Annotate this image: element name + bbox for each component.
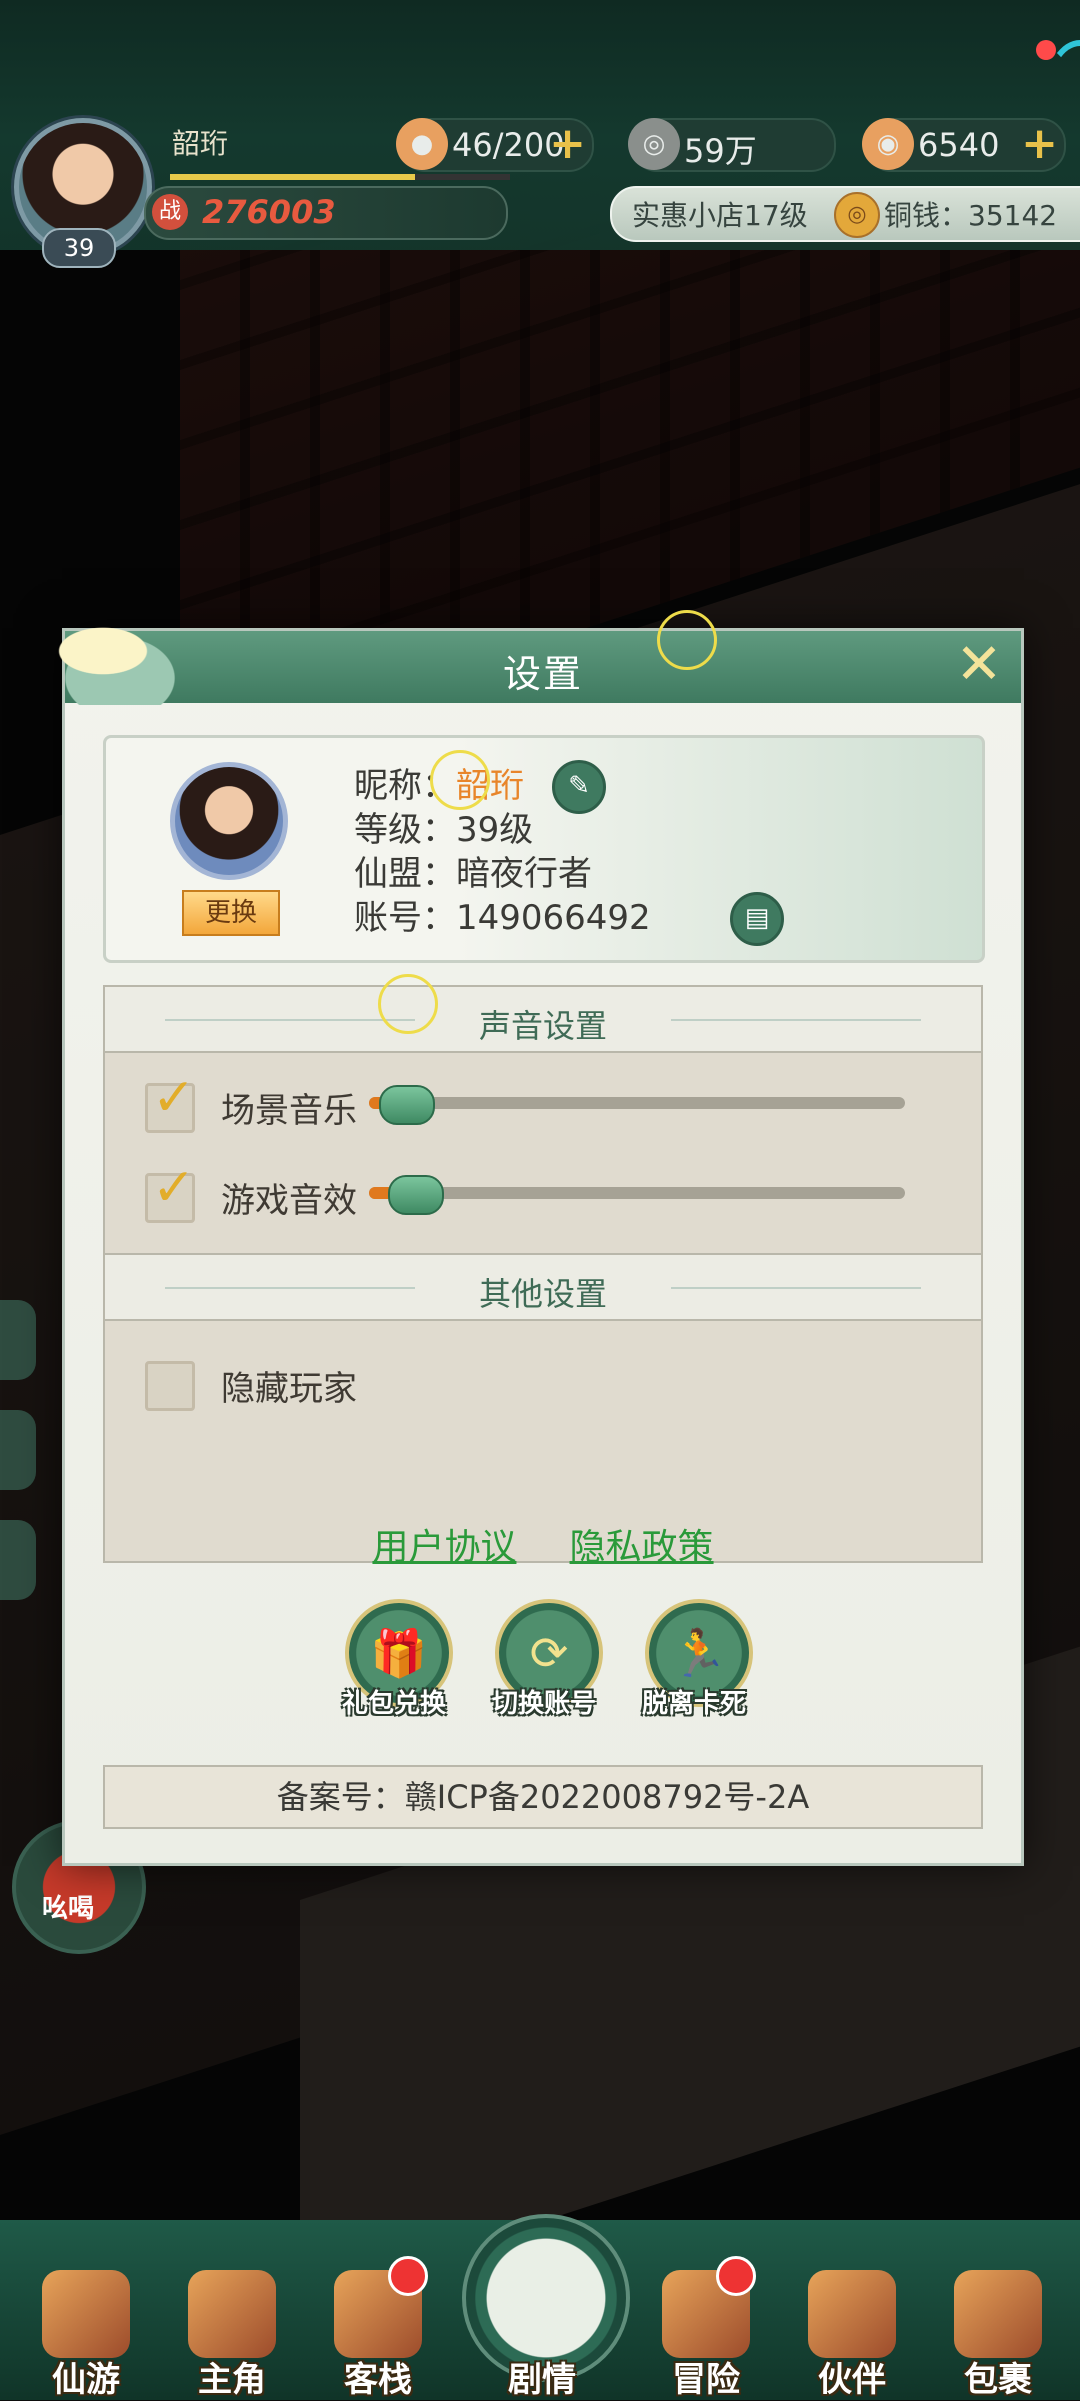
hide-players-label: 隐藏玩家 (221, 1369, 357, 1409)
privacy-policy-link[interactable]: 隐私政策 (570, 1518, 714, 1570)
other-settings-header: 其他设置 (103, 1253, 983, 1323)
slider-thumb[interactable] (388, 1175, 445, 1215)
change-avatar-button[interactable]: 更换 (182, 890, 280, 936)
combat-power: 战 276003 (144, 186, 508, 240)
red-dot-badge (716, 2256, 756, 2296)
nav-item-story[interactable]: 剧情 (472, 2270, 612, 2400)
edit-nickname-button[interactable]: ✎ (552, 760, 606, 814)
silver-resource: ◎ 59万 (628, 118, 836, 172)
switch-account-button[interactable]: ⟳ 切换账号 (479, 1599, 609, 1739)
nav-label: 剧情 (508, 2360, 576, 2400)
slider-thumb[interactable] (378, 1085, 435, 1125)
dialog-header: 设置 ✕ (35, 615, 1021, 705)
stamina-resource: ● 46/200 + (396, 118, 594, 172)
combat-power-icon: 战 (152, 194, 188, 230)
stamina-value: 46/200 (452, 126, 565, 164)
cards-icon (808, 2270, 896, 2358)
exp-bar-fill (170, 174, 415, 180)
guild-label: 仙盟： (354, 854, 456, 894)
shop-level: 实惠小店17级 (632, 199, 808, 232)
profile-avatar (170, 762, 288, 880)
jade-resource: ◉ 6540 + (862, 118, 1066, 172)
sound-settings-header: 声音设置 (103, 985, 983, 1055)
gift-redeem-button[interactable]: 🎁 礼包兑换 (329, 1599, 459, 1739)
combat-power-value: 276003 (202, 193, 336, 231)
copy-account-button[interactable]: ▤ (730, 892, 784, 946)
nav-item-adventure[interactable]: 冒险 (636, 2256, 776, 2400)
check-icon: ✓ (152, 1158, 196, 1218)
side-tab[interactable] (0, 1300, 36, 1380)
touch-indicator (430, 750, 490, 810)
header-divider (671, 1287, 921, 1289)
nav-item-hero[interactable]: 主角 (162, 2270, 302, 2400)
left-side-tabs (0, 1300, 40, 1700)
scroll-icon (42, 2270, 130, 2358)
guild-row: 仙盟：暗夜行者 (354, 846, 592, 895)
other-settings-title: 其他设置 (478, 1275, 607, 1313)
gift-redeem-label: 礼包兑换 (341, 1689, 446, 1719)
nav-label: 仙游 (52, 2360, 120, 2400)
account-row: 账号：149066492 (354, 890, 651, 939)
bag-icon (954, 2270, 1042, 2358)
touch-indicator (657, 610, 717, 670)
level-label: 等级： (354, 810, 456, 850)
jade-value: 6540 (918, 126, 1000, 164)
copper-coin-icon: ◎ (834, 192, 880, 238)
shop-info-strip: 实惠小店17级 ◎ 铜钱：35142 (610, 186, 1080, 242)
player-level-badge: 39 (42, 228, 116, 268)
account-value: 149066492 (456, 898, 651, 938)
settings-dialog: 设置 ✕ 更换 昵称：韶珩 ✎ 等级：39级 仙盟：暗夜行者 账号：149066… (35, 615, 1024, 1866)
player-name: 韶珩 (172, 127, 229, 160)
silver-value: 59万 (684, 132, 757, 170)
sound-settings-title: 声音设置 (478, 1007, 607, 1045)
jade-icon: ◉ (862, 118, 914, 170)
nav-label: 包裹 (964, 2360, 1032, 2400)
unstuck-button[interactable]: 🏃 脱离卡死 (629, 1599, 759, 1739)
nav-label: 客栈 (344, 2360, 412, 2400)
add-stamina-button[interactable]: + (549, 118, 586, 169)
guild-value: 暗夜行者 (456, 854, 592, 894)
coin-icon: ◎ (628, 118, 680, 170)
nav-item-partner[interactable]: 伙伴 (782, 2270, 922, 2400)
side-tab[interactable] (0, 1520, 36, 1600)
nav-label: 伙伴 (818, 2360, 886, 2400)
top-hud: 39 韶珩 战 276003 ● 46/200 + ◎ 59万 ◉ 6540 +… (0, 0, 1080, 268)
profile-card: 更换 昵称：韶珩 ✎ 等级：39级 仙盟：暗夜行者 账号：149066492 ▤ (103, 735, 985, 963)
nav-item-xianyou[interactable]: 仙游 (16, 2270, 156, 2400)
nav-label: 主角 (198, 2360, 266, 2400)
check-icon: ✓ (152, 1068, 196, 1128)
scene-music-label: 场景音乐 (221, 1091, 357, 1131)
nav-item-inn[interactable]: 客栈 (308, 2256, 448, 2400)
scene-music-slider[interactable] (369, 1085, 905, 1125)
icp-record: 备案号：赣ICP备2022008792号-2A (103, 1765, 983, 1829)
header-divider (671, 1019, 921, 1021)
sound-settings-body: ✓ 场景音乐 ✓ 游戏音效 (103, 1051, 983, 1255)
level-value: 39级 (456, 810, 534, 850)
bun-icon: ● (396, 118, 448, 170)
dialog-title: 设置 (502, 652, 583, 696)
close-button[interactable]: ✕ (951, 637, 1007, 695)
game-sfx-slider[interactable] (369, 1175, 905, 1215)
nav-item-bag[interactable]: 包裹 (928, 2270, 1068, 2400)
account-label: 账号： (354, 898, 456, 938)
unstuck-label: 脱离卡死 (641, 1689, 746, 1719)
nav-label: 冒险 (672, 2360, 740, 2400)
yell-label: 吆喝 (42, 1894, 95, 1924)
hero-icon (188, 2270, 276, 2358)
game-sfx-checkbox[interactable]: ✓ (145, 1158, 196, 1223)
hide-players-checkbox[interactable]: ✓ (145, 1361, 195, 1411)
scene-music-checkbox[interactable]: ✓ (145, 1068, 196, 1133)
switch-account-label: 切换账号 (491, 1689, 596, 1719)
side-tab[interactable] (0, 1410, 36, 1490)
level-row: 等级：39级 (354, 802, 533, 851)
touch-indicator (378, 974, 438, 1034)
game-sfx-label: 游戏音效 (221, 1181, 357, 1221)
legal-links: 用户协议 隐私政策 (65, 1518, 1021, 1570)
red-dot-badge (388, 2256, 428, 2296)
copper-value: 铜钱：35142 (884, 199, 1058, 232)
exp-bar (170, 174, 510, 180)
user-agreement-link[interactable]: 用户协议 (372, 1518, 516, 1570)
